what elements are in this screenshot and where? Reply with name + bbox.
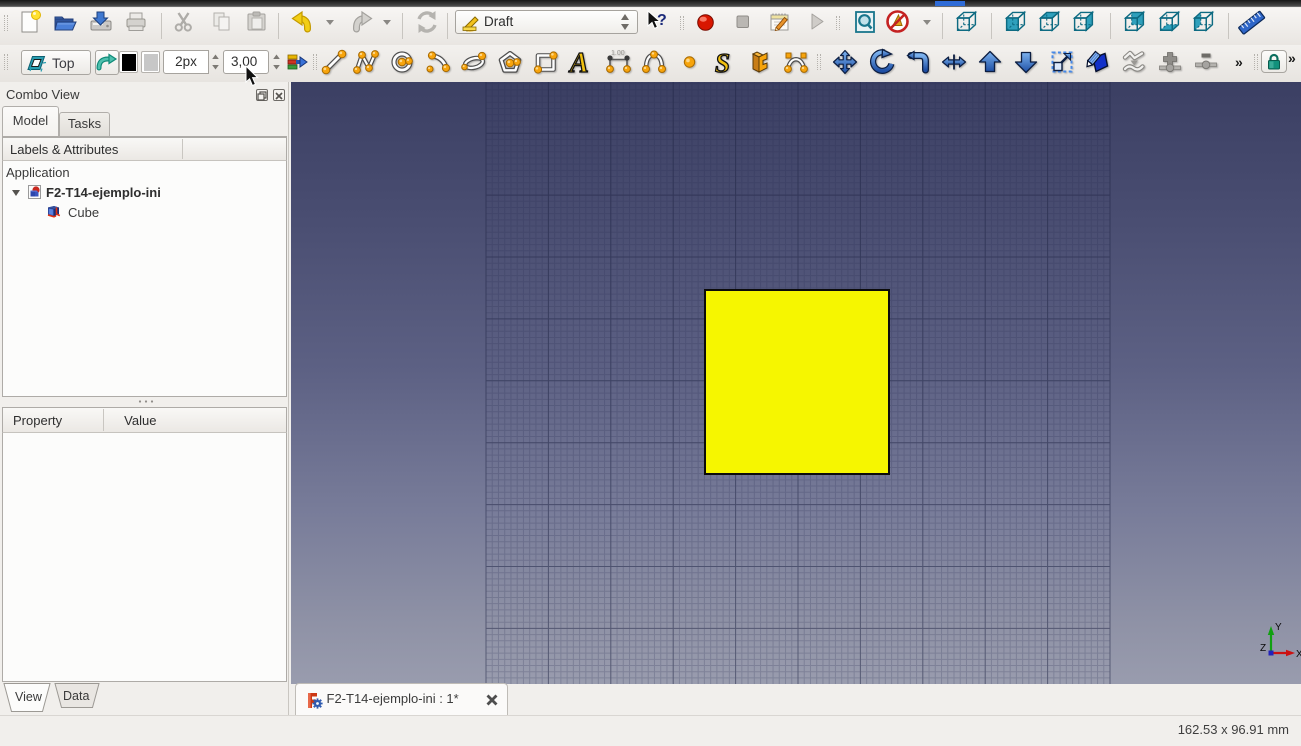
svg-text:S: S [715,48,730,78]
svg-text:Z: Z [1260,643,1266,654]
svg-text:X: X [1296,649,1301,660]
svg-text:Y: Y [1275,622,1282,633]
svg-text:Data: Data [63,689,89,703]
svg-text:A: A [568,48,589,79]
svg-text:View: View [15,690,43,704]
svg-text:?: ? [657,12,667,29]
svg-text:1.00: 1.00 [611,50,625,57]
